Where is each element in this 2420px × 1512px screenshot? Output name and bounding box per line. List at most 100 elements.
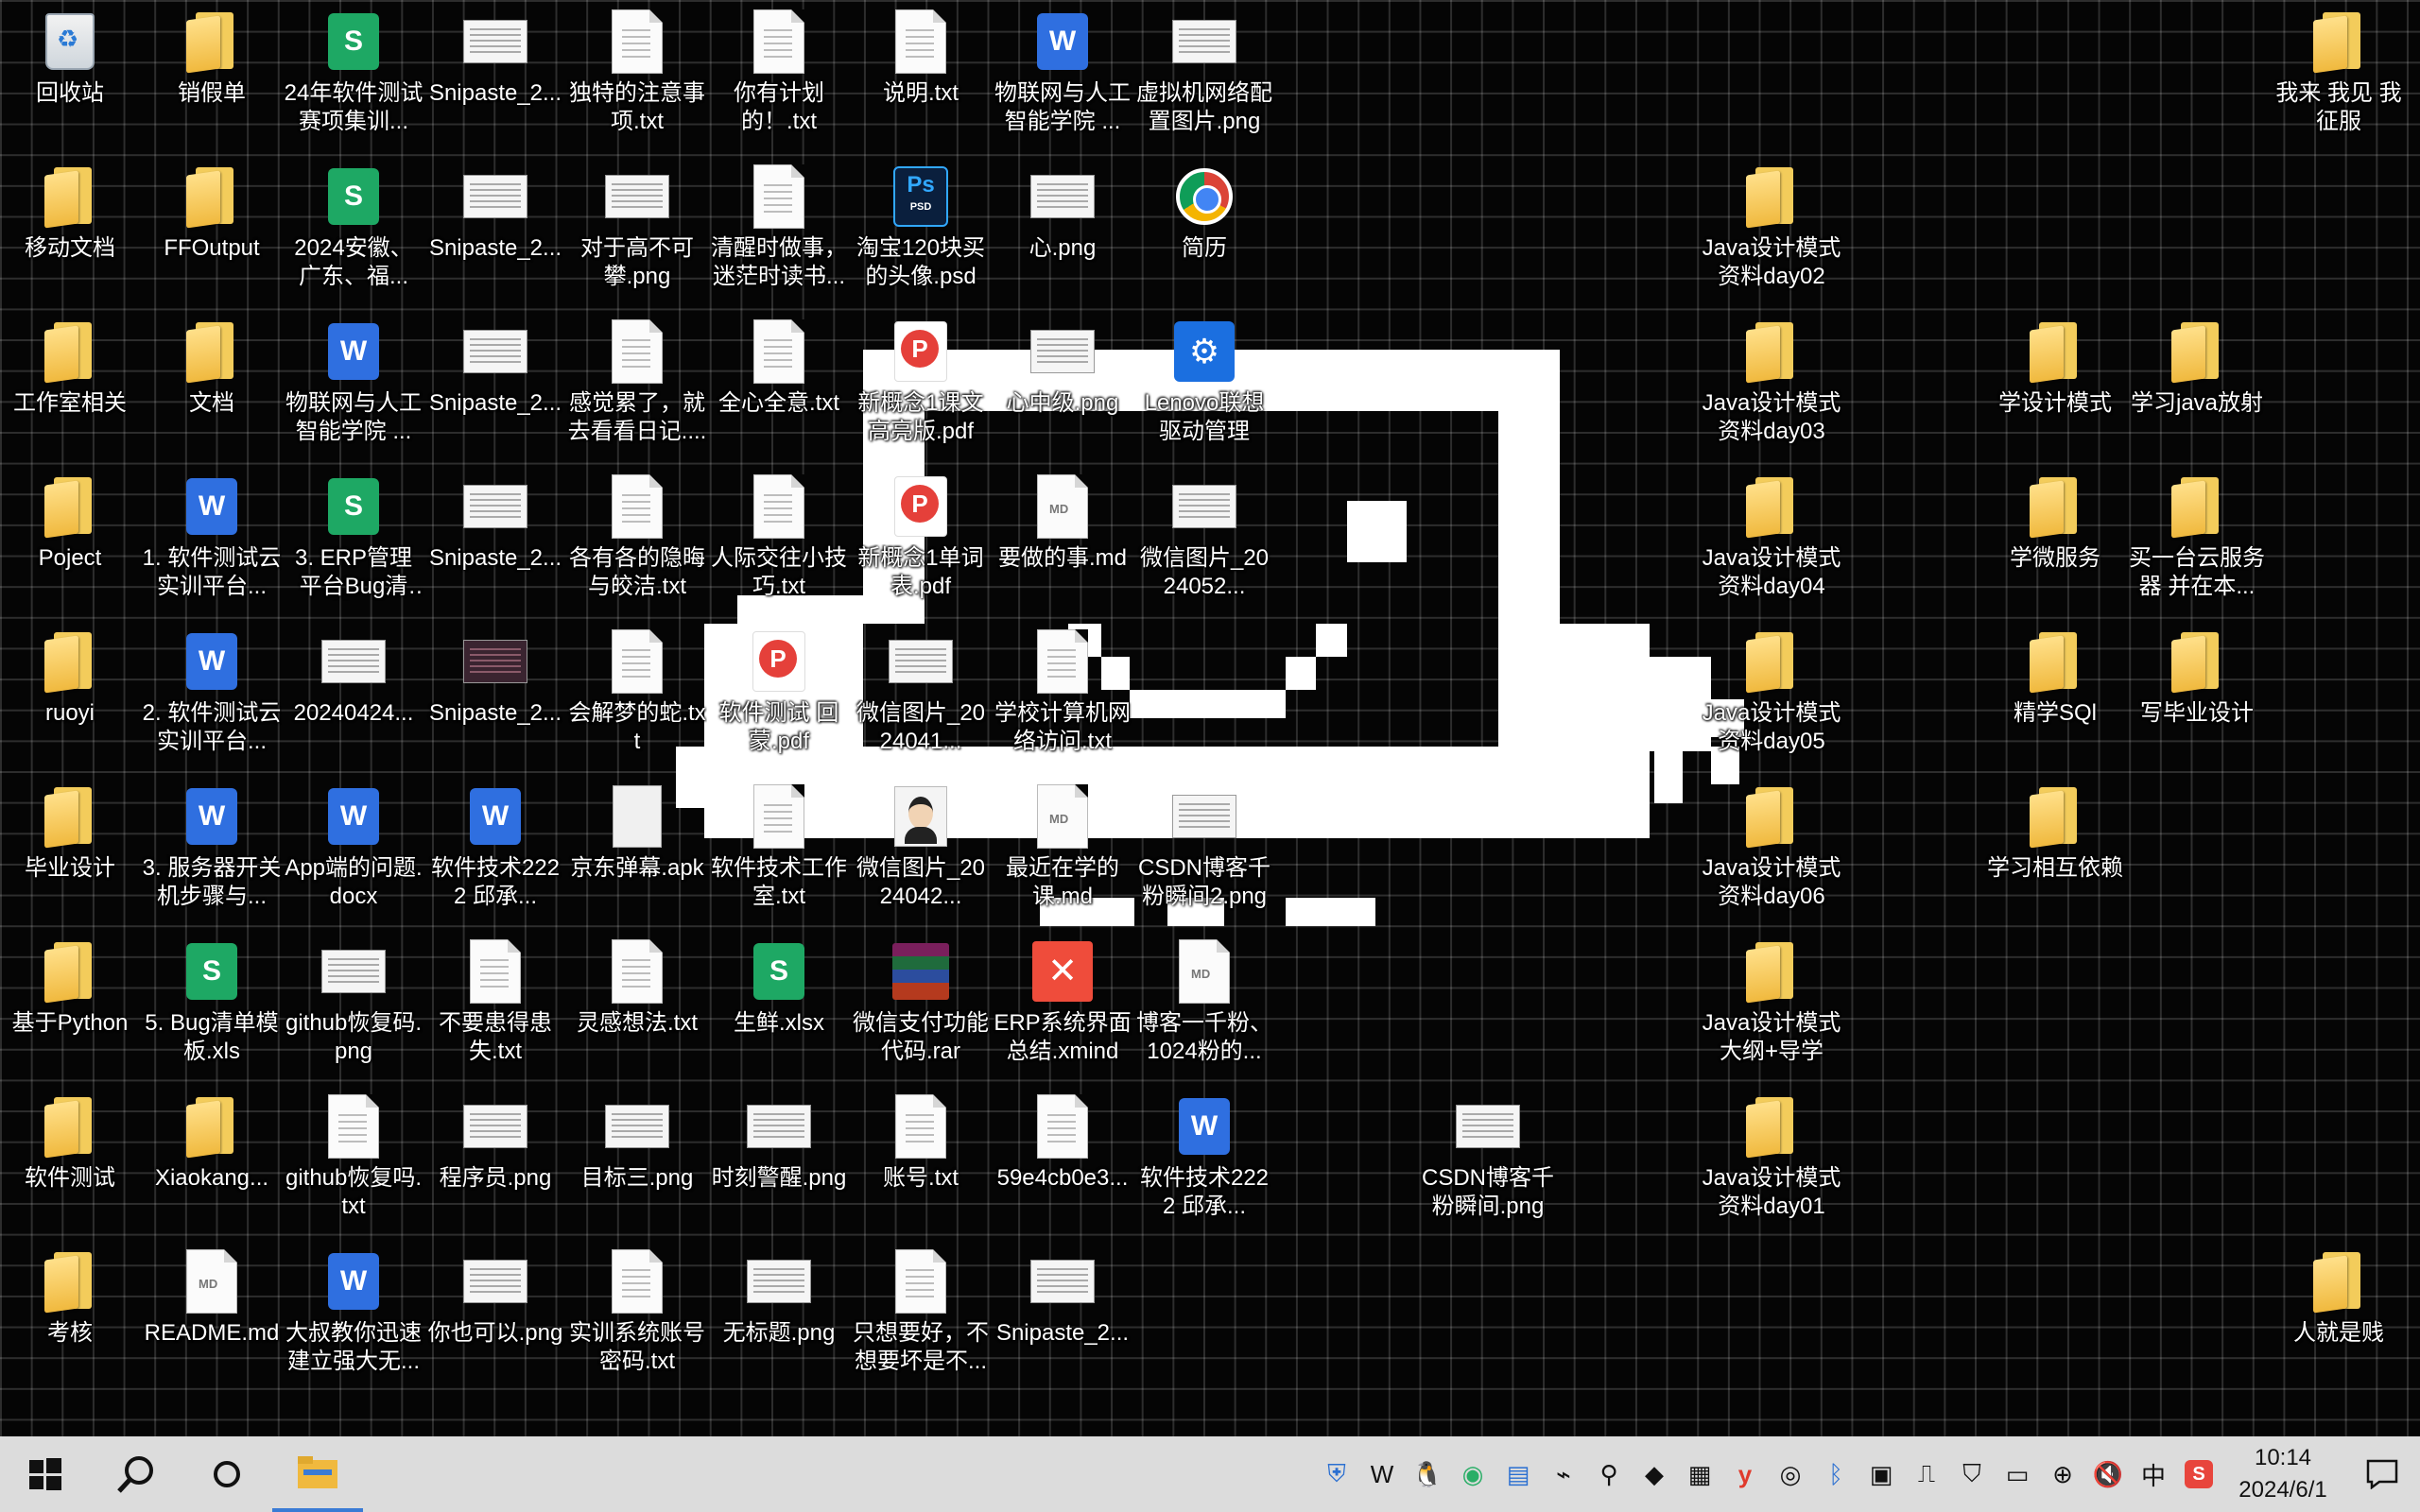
desktop-icon[interactable]: W 软件技术2222 邱承... xyxy=(1134,1085,1274,1236)
cat-app-icon[interactable]: ◆ xyxy=(1632,1436,1677,1512)
desktop-icon[interactable]: 只想要好，不想要坏是不... xyxy=(851,1240,991,1391)
desktop-icon[interactable]: MD 最近在学的课.md xyxy=(993,775,1132,926)
desktop-icon[interactable]: 工作室相关 xyxy=(0,310,140,461)
desktop-icon[interactable]: 写毕业设计 xyxy=(2127,620,2267,771)
desktop-icon[interactable]: Java设计模式资料day02 xyxy=(1702,155,1841,306)
red-app-icon[interactable]: S xyxy=(2176,1436,2221,1512)
network-icon[interactable]: ⊕ xyxy=(2040,1436,2085,1512)
bluetooth-icon[interactable]: ᛒ xyxy=(1813,1436,1858,1512)
desktop-icon[interactable]: W 1. 软件测试云实训平台... xyxy=(142,465,282,616)
taskbar-clock[interactable]: 10:14 2024/6/1 xyxy=(2221,1442,2344,1506)
search-tool-icon[interactable]: ⚲ xyxy=(1586,1436,1632,1512)
desktop-icon[interactable]: MD README.md xyxy=(142,1240,282,1391)
desktop-icon[interactable]: 清醒时做事，迷茫时读书... xyxy=(709,155,849,306)
satellite-icon[interactable]: ⌁ xyxy=(1541,1436,1586,1512)
desktop-icon[interactable]: P 新概念1课文高亮版.pdf xyxy=(851,310,991,461)
desktop-icon[interactable]: 回收站 xyxy=(0,0,140,151)
desktop-icon[interactable]: 各有各的隐晦与皎洁.txt xyxy=(567,465,707,616)
desktop-icon[interactable]: S 5. Bug清单模板.xls xyxy=(142,930,282,1081)
desktop-icon[interactable]: Java设计模式资料day05 xyxy=(1702,620,1841,771)
desktop-icon[interactable]: 精学SQl xyxy=(1985,620,2125,771)
action-center-icon[interactable] xyxy=(2344,1436,2420,1512)
desktop-icon[interactable]: 感觉累了，就去看看日记.... xyxy=(567,310,707,461)
desktop-icon[interactable]: Java设计模式大纲+导学 xyxy=(1702,930,1841,1081)
desktop-icon[interactable]: Java设计模式资料day04 xyxy=(1702,465,1841,616)
desktop-icon[interactable]: 简历 xyxy=(1134,155,1274,306)
desktop-icon[interactable]: 20240424... xyxy=(284,620,424,771)
desktop-icon[interactable]: 59e4cb0e3... xyxy=(993,1085,1132,1236)
desktop-icon[interactable]: 会解梦的蛇.txt xyxy=(567,620,707,771)
desktop-icon[interactable]: Snipaste_2... xyxy=(425,155,565,306)
desktop-icon[interactable]: 基于Python xyxy=(0,930,140,1081)
battery-icon[interactable]: ▭ xyxy=(1995,1436,2040,1512)
desktop-icon[interactable]: 毕业设计 xyxy=(0,775,140,926)
desktop-icon[interactable]: 销假单 xyxy=(142,0,282,151)
desktop-icon[interactable]: ⚙ Lenovo联想驱动管理 xyxy=(1134,310,1274,461)
desktop-icon[interactable]: W 3. 服务器开关机步骤与... xyxy=(142,775,282,926)
desktop-icon[interactable]: 对于高不可攀.png xyxy=(567,155,707,306)
desktop-icon[interactable]: W 物联网与人工智能学院 ... xyxy=(993,0,1132,151)
desktop-icon[interactable]: 实训系统账号密码.txt xyxy=(567,1240,707,1391)
desktop-icon[interactable]: 京东弹幕.apk xyxy=(567,775,707,926)
desktop-icon[interactable]: 移动文档 xyxy=(0,155,140,306)
desktop-icon[interactable]: W 软件技术2222 邱承... xyxy=(425,775,565,926)
desktop-icon[interactable]: CSDN博客千粉瞬间2.png xyxy=(1134,775,1274,926)
usb-icon[interactable]: ⎍ xyxy=(1904,1436,1949,1512)
security-icon[interactable]: ⛉ xyxy=(1949,1436,1995,1512)
desktop-icon[interactable]: Snipaste_2... xyxy=(993,1240,1132,1391)
desktop-icon[interactable]: ✕ ERP系统界面总结.xmind xyxy=(993,930,1132,1081)
desktop-icon[interactable]: 程序员.png xyxy=(425,1085,565,1236)
desktop-icon[interactable]: W App端的问题.docx xyxy=(284,775,424,926)
desktop-icon[interactable]: 人就是贱 xyxy=(2269,1240,2409,1391)
desktop-icon[interactable]: 软件测试 xyxy=(0,1085,140,1236)
desktop-icon[interactable]: ruoyi xyxy=(0,620,140,771)
desktop-icon[interactable]: github恢复码.png xyxy=(284,930,424,1081)
desktop-icon[interactable]: Poject xyxy=(0,465,140,616)
desktop-icon[interactable]: 文档 xyxy=(142,310,282,461)
ime-indicator[interactable]: 中 xyxy=(2131,1436,2176,1512)
desktop-icon[interactable]: 说明.txt xyxy=(851,0,991,151)
wps-icon[interactable]: W xyxy=(1359,1436,1405,1512)
desktop-icon[interactable]: Java设计模式资料day01 xyxy=(1702,1085,1841,1236)
qq-icon[interactable]: 🐧 xyxy=(1405,1436,1450,1512)
desktop-icon[interactable]: Snipaste_2... xyxy=(425,465,565,616)
desktop-icon[interactable]: S3. ERP管理平台Bug清单.... xyxy=(284,465,424,616)
desktop-icon[interactable]: github恢复吗.txt xyxy=(284,1085,424,1236)
desktop-icon[interactable]: Snipaste_2... xyxy=(425,620,565,771)
desktop-icon[interactable]: S 生鲜.xlsx xyxy=(709,930,849,1081)
desktop-icon[interactable]: 我来 我见 我征服 xyxy=(2269,0,2409,151)
desktop-icon[interactable]: Xiaokang... xyxy=(142,1085,282,1236)
desktop-icon[interactable]: Java设计模式资料day06 xyxy=(1702,775,1841,926)
desktop-icon[interactable]: MD 博客一千粉、1024粉的... xyxy=(1134,930,1274,1081)
desktop-icon[interactable]: MD 要做的事.md xyxy=(993,465,1132,616)
desktop-icon[interactable]: 你也可以.png xyxy=(425,1240,565,1391)
volume-muted-icon[interactable]: 🔇 xyxy=(2085,1436,2131,1512)
youdao-icon[interactable]: y xyxy=(1722,1436,1768,1512)
desktop-icon[interactable]: W 物联网与人工智能学院 ... xyxy=(284,310,424,461)
desktop-icon[interactable]: P 软件测试 回蒙.pdf xyxy=(709,620,849,771)
desktop-icon[interactable]: 无标题.png xyxy=(709,1240,849,1391)
desktop-icon[interactable]: 微信图片_2024052... xyxy=(1134,465,1274,616)
desktop-icon[interactable]: S 24年软件测试赛项集训... xyxy=(284,0,424,151)
desktop-icon[interactable]: 全心全意.txt xyxy=(709,310,849,461)
desktop-icon[interactable]: 学习java放射 xyxy=(2127,310,2267,461)
notepad-icon[interactable]: ▤ xyxy=(1495,1436,1541,1512)
desktop-icon[interactable]: W 2. 软件测试云实训平台... xyxy=(142,620,282,771)
desktop-icon[interactable]: 目标三.png xyxy=(567,1085,707,1236)
desktop-icon[interactable]: 灵感想法.txt xyxy=(567,930,707,1081)
desktop-icon[interactable]: 微信图片_2024042... xyxy=(851,775,991,926)
desktop-icon[interactable]: 心.png xyxy=(993,155,1132,306)
desktop-icon[interactable]: 软件技术工作室.txt xyxy=(709,775,849,926)
windows-start-icon[interactable] xyxy=(0,1436,91,1512)
desktop-icon[interactable]: 人际交往小技巧.txt xyxy=(709,465,849,616)
desktop-icon[interactable]: Snipaste_2... xyxy=(425,310,565,461)
desktop-icon[interactable]: Ps PSD 淘宝120块买的头像.psd xyxy=(851,155,991,306)
desktop-icon[interactable]: 考核 xyxy=(0,1240,140,1391)
search-icon[interactable] xyxy=(91,1436,182,1512)
desktop-icon[interactable]: 微信支付功能代码.rar xyxy=(851,930,991,1081)
desktop-icon[interactable]: 学设计模式 xyxy=(1985,310,2125,461)
desktop-icon[interactable]: P 新概念1单词表.pdf xyxy=(851,465,991,616)
file-explorer-icon[interactable] xyxy=(272,1436,363,1512)
desktop-icon[interactable]: CSDN博客千粉瞬间.png xyxy=(1418,1085,1558,1236)
desktop-icon[interactable]: 账号.txt xyxy=(851,1085,991,1236)
